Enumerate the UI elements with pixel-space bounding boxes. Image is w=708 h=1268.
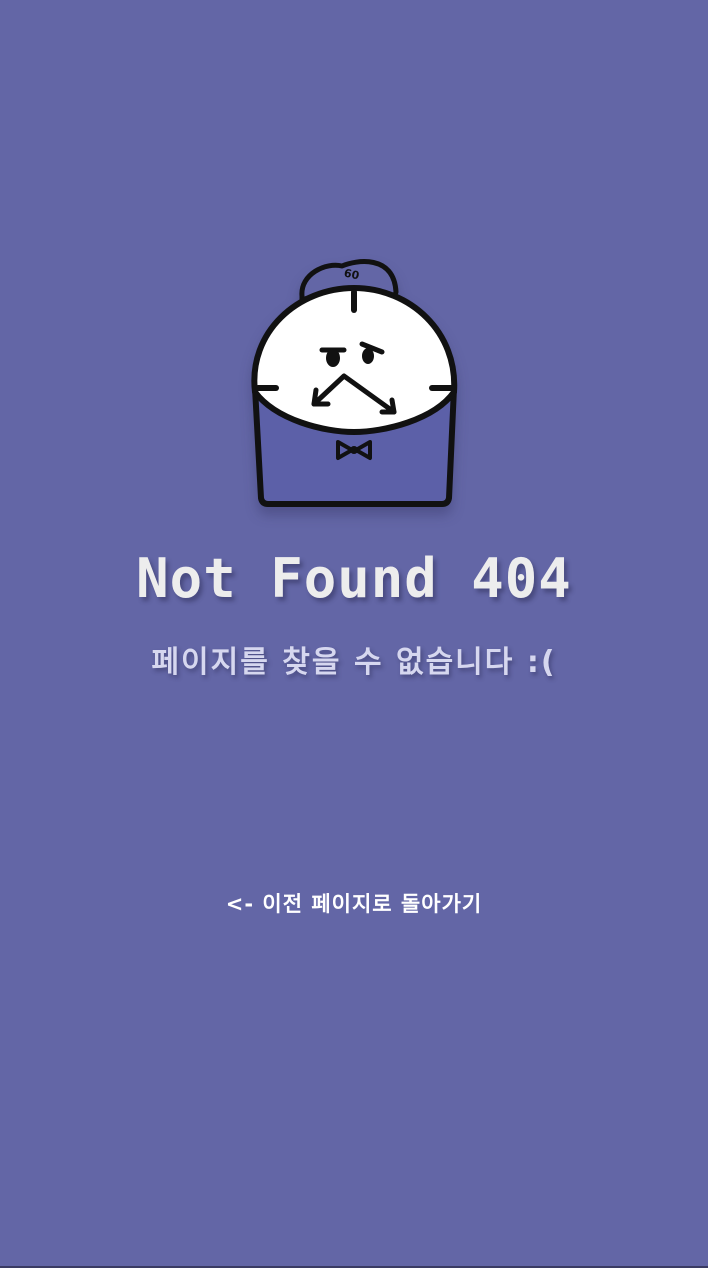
page-subtitle: 페이지를 찾을 수 없습니다 :( <box>151 645 557 680</box>
back-link[interactable]: <- 이전 페이지로 돌아가기 <box>0 886 708 922</box>
clock-mascot-illustration: 60 <box>244 252 464 514</box>
page-title: Not Found 404 <box>136 547 572 610</box>
